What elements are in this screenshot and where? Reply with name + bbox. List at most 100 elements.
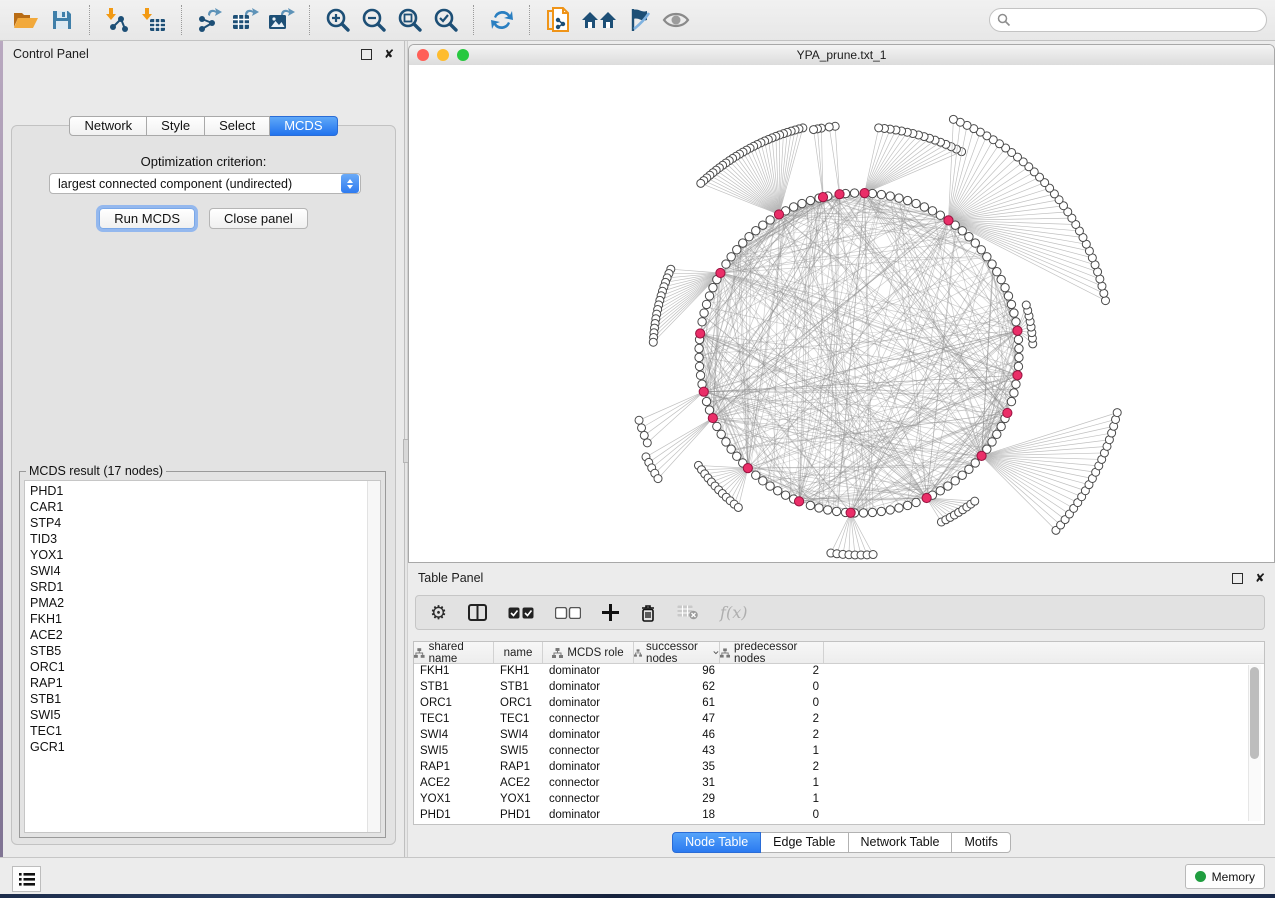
- toolbar-separator: [89, 5, 91, 35]
- column-header-label: successor nodes: [646, 642, 709, 663]
- table-row[interactable]: ORC1ORC1dominator610: [414, 696, 1264, 712]
- column-header-predecessor-nodes[interactable]: predecessor nodes: [720, 642, 824, 663]
- zoom-in-button[interactable]: [323, 4, 353, 36]
- mcds-result-list[interactable]: PHD1CAR1STP4TID3YOX1SWI4SRD1PMA2FKH1ACE2…: [24, 480, 381, 833]
- table-scrollbar-thumb[interactable]: [1250, 667, 1259, 759]
- mcds-result-items: PHD1CAR1STP4TID3YOX1SWI4SRD1PMA2FKH1ACE2…: [30, 483, 380, 755]
- table-row[interactable]: SWI4SWI4dominator462: [414, 728, 1264, 744]
- table-row[interactable]: STB1STB1dominator620: [414, 680, 1264, 696]
- table-scrollbar[interactable]: [1248, 665, 1261, 821]
- save-icon: [51, 9, 73, 31]
- float-window-icon[interactable]: [1232, 573, 1243, 584]
- export-table-button[interactable]: [231, 4, 261, 36]
- hide-selected-button[interactable]: [625, 4, 655, 36]
- show-all-button[interactable]: [661, 4, 691, 36]
- zoom-selected-button[interactable]: [431, 4, 461, 36]
- maximize-window-icon[interactable]: [457, 49, 469, 61]
- delete-table-button[interactable]: [677, 605, 699, 620]
- mcds-result-item[interactable]: FKH1: [30, 611, 380, 627]
- tab-network[interactable]: Network: [69, 116, 147, 136]
- mcds-result-item[interactable]: STP4: [30, 515, 380, 531]
- table-cell: ORC1: [494, 696, 543, 712]
- criterion-dropdown-value: largest connected component (undirected): [50, 177, 341, 191]
- tab-edge-table[interactable]: Edge Table: [761, 832, 848, 853]
- mcds-result-item[interactable]: TEC1: [30, 723, 380, 739]
- float-window-icon[interactable]: [361, 49, 372, 60]
- tab-style[interactable]: Style: [147, 116, 205, 136]
- mcds-result-item[interactable]: SRD1: [30, 579, 380, 595]
- network-canvas[interactable]: [409, 65, 1274, 562]
- mcds-result-item[interactable]: STB5: [30, 643, 380, 659]
- table-cell: 47: [634, 712, 720, 728]
- mcds-result-item[interactable]: PMA2: [30, 595, 380, 611]
- close-panel-icon[interactable]: ✘: [1255, 572, 1265, 584]
- clone-network-button[interactable]: [543, 4, 573, 36]
- deselect-all-button[interactable]: [555, 607, 581, 619]
- mcds-result-item[interactable]: ACE2: [30, 627, 380, 643]
- mcds-result-item[interactable]: ORC1: [30, 659, 380, 675]
- eye-icon: [662, 10, 690, 30]
- table-row[interactable]: FKH1FKH1dominator962: [414, 664, 1264, 680]
- mcds-result-item[interactable]: STB1: [30, 691, 380, 707]
- import-network-button[interactable]: [103, 4, 133, 36]
- criterion-dropdown[interactable]: largest connected component (undirected): [49, 173, 361, 194]
- mcds-result-item[interactable]: GCR1: [30, 739, 380, 755]
- delete-rows-button[interactable]: [640, 604, 656, 622]
- memory-button[interactable]: Memory: [1185, 864, 1265, 889]
- add-row-button[interactable]: [602, 604, 619, 621]
- table-row[interactable]: ACE2ACE2connector311: [414, 776, 1264, 792]
- mcds-result-item[interactable]: SWI4: [30, 563, 380, 579]
- save-session-button[interactable]: [47, 4, 77, 36]
- show-columns-button[interactable]: [468, 604, 487, 621]
- table-cell: ORC1: [414, 696, 494, 712]
- table-row[interactable]: PHD1PHD1dominator180: [414, 808, 1264, 824]
- task-history-button[interactable]: [12, 866, 41, 892]
- mcds-result-item[interactable]: TID3: [30, 531, 380, 547]
- table-options-button[interactable]: ⚙: [430, 602, 447, 624]
- column-header-MCDS-role[interactable]: MCDS role: [543, 642, 634, 663]
- tab-motifs[interactable]: Motifs: [952, 832, 1010, 853]
- tab-node-table[interactable]: Node Table: [672, 832, 761, 853]
- mcds-result-scrollbar[interactable]: [367, 481, 380, 832]
- close-panel-button[interactable]: Close panel: [209, 208, 308, 229]
- zoom-fit-button[interactable]: [395, 4, 425, 36]
- mcds-result-item[interactable]: RAP1: [30, 675, 380, 691]
- column-header-successor-nodes[interactable]: successor nodes: [634, 642, 720, 663]
- run-mcds-button[interactable]: Run MCDS: [99, 208, 195, 229]
- column-header-name[interactable]: name: [494, 642, 543, 663]
- close-panel-icon[interactable]: ✘: [384, 48, 394, 60]
- mcds-result-item[interactable]: SWI5: [30, 707, 380, 723]
- table-row[interactable]: RAP1RAP1dominator352: [414, 760, 1264, 776]
- function-builder-button[interactable]: f(x): [720, 603, 747, 622]
- table-cell: PHD1: [414, 808, 494, 824]
- first-neighbors-button[interactable]: [579, 4, 619, 36]
- apply-layout-button[interactable]: [487, 4, 517, 36]
- mcds-result-item[interactable]: CAR1: [30, 499, 380, 515]
- tab-mcds[interactable]: MCDS: [270, 116, 337, 136]
- table-row[interactable]: TEC1TEC1connector472: [414, 712, 1264, 728]
- close-window-icon[interactable]: [417, 49, 429, 61]
- mcds-result-item[interactable]: YOX1: [30, 547, 380, 563]
- search-field[interactable]: [989, 8, 1267, 32]
- table-row[interactable]: YOX1YOX1connector291: [414, 792, 1264, 808]
- toolbar-separator: [309, 5, 311, 35]
- plus-icon: [602, 604, 619, 621]
- export-image-button[interactable]: [267, 4, 297, 36]
- mcds-result-title: MCDS result (17 nodes): [26, 464, 166, 478]
- select-all-button[interactable]: [508, 607, 534, 619]
- network-titlebar[interactable]: YPA_prune.txt_1: [409, 45, 1274, 66]
- zoom-out-button[interactable]: [359, 4, 389, 36]
- export-network-icon: [196, 7, 224, 33]
- export-network-button[interactable]: [195, 4, 225, 36]
- table-cell: connector: [543, 792, 634, 808]
- import-table-button[interactable]: [139, 4, 169, 36]
- search-input[interactable]: [989, 8, 1267, 32]
- tab-select[interactable]: Select: [205, 116, 270, 136]
- open-file-button[interactable]: [11, 4, 41, 36]
- column-header-shared-name[interactable]: shared name: [414, 642, 494, 663]
- mcds-result-item[interactable]: PHD1: [30, 483, 380, 499]
- table-row[interactable]: SWI5SWI5connector431: [414, 744, 1264, 760]
- node-table[interactable]: shared namenameMCDS role successor nodes p…: [413, 641, 1265, 825]
- tab-network-table[interactable]: Network Table: [849, 832, 953, 853]
- minimize-window-icon[interactable]: [437, 49, 449, 61]
